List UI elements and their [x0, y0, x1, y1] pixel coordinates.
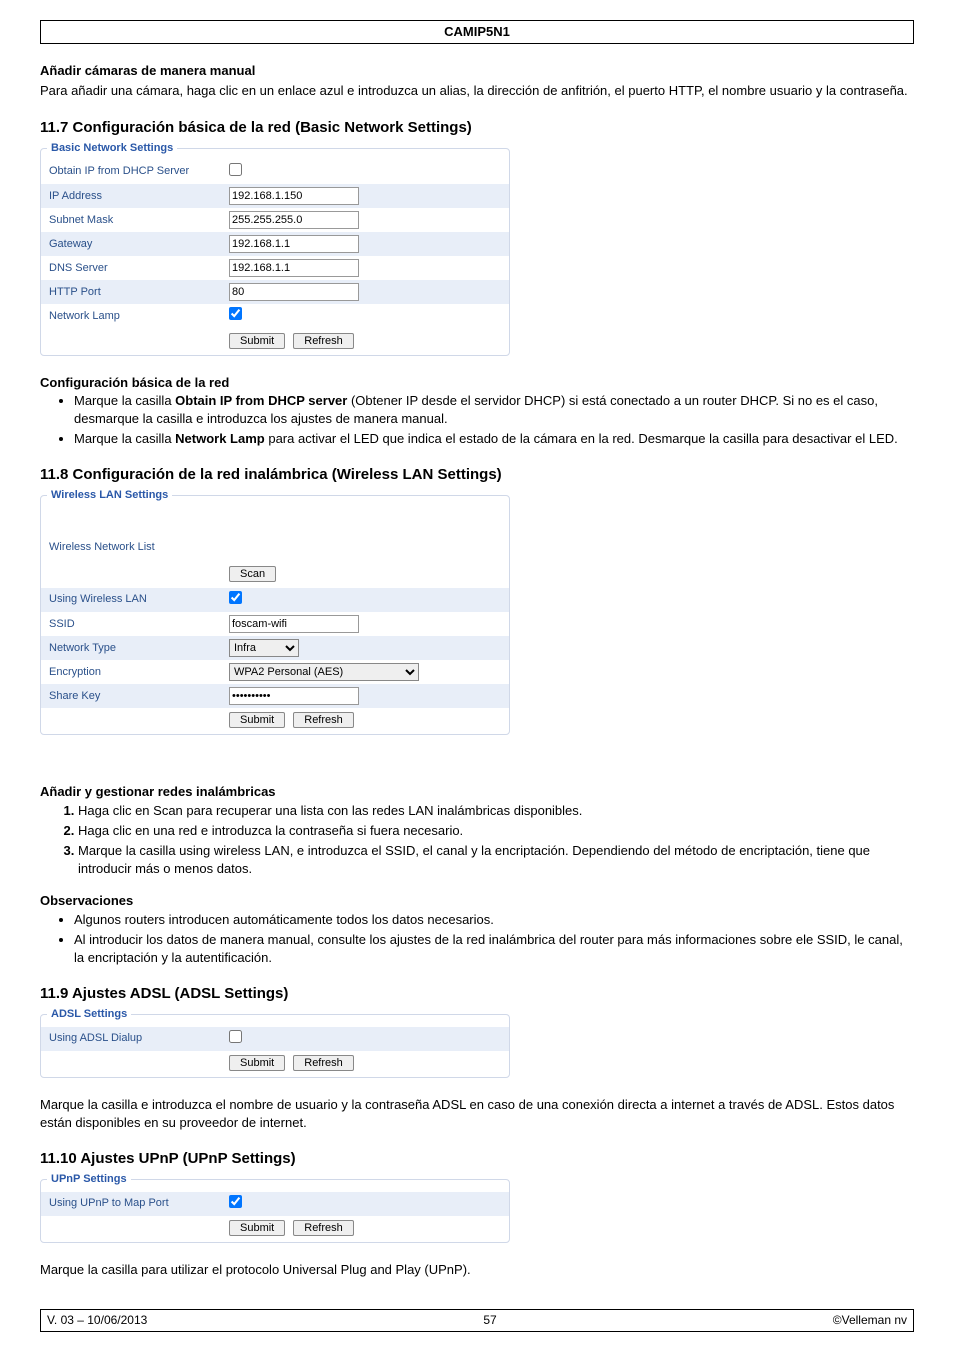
basic-network-buttons: Submit Refresh [41, 329, 509, 355]
doc-header: CAMIP5N1 [40, 20, 914, 44]
upnp-row: Using UPnP to Map Port [41, 1192, 509, 1216]
submit-button[interactable]: Submit [229, 333, 285, 349]
doc-title: CAMIP5N1 [444, 24, 510, 39]
list-item: Marque la casilla Obtain IP from DHCP se… [74, 392, 914, 428]
scan-button[interactable]: Scan [229, 566, 276, 582]
key-input[interactable] [229, 687, 359, 705]
wireless-buttons: Submit Refresh [41, 708, 509, 734]
gw-input[interactable] [229, 235, 359, 253]
lamp-row: Network Lamp [41, 304, 509, 328]
nettype-row: Network Type Infra [41, 636, 509, 660]
lamp-checkbox[interactable] [229, 307, 242, 320]
observations-list: Algunos routers introducen automáticamen… [74, 911, 914, 968]
dns-row: DNS Server [41, 256, 509, 280]
list-item: Al introducir los datos de manera manual… [74, 931, 914, 967]
dns-input[interactable] [229, 259, 359, 277]
upnp-label: Using UPnP to Map Port [49, 1196, 229, 1211]
basic-network-panel: Basic Network Settings Obtain IP from DH… [40, 148, 510, 356]
submit-button[interactable]: Submit [229, 1220, 285, 1236]
dhcp-checkbox[interactable] [229, 163, 242, 176]
submit-button[interactable]: Submit [229, 712, 285, 728]
page-footer: V. 03 – 10/06/2013 57 ©Velleman nv [40, 1309, 914, 1332]
wireless-legend: Wireless LAN Settings [47, 488, 172, 503]
nettype-label: Network Type [49, 641, 229, 656]
dhcp-label: Obtain IP from DHCP Server [49, 164, 229, 179]
submit-button[interactable]: Submit [229, 1055, 285, 1071]
ssid-row: SSID [41, 612, 509, 636]
list-item: Haga clic en una red e introduzca la con… [78, 822, 914, 840]
list-item: Haga clic en Scan para recuperar una lis… [78, 802, 914, 820]
upnp-panel: UPnP Settings Using UPnP to Map Port Sub… [40, 1179, 510, 1243]
ssid-label: SSID [49, 617, 229, 632]
upnp-body: Marque la casilla para utilizar el proto… [40, 1261, 914, 1279]
upnp-buttons: Submit Refresh [41, 1216, 509, 1242]
footer-left: V. 03 – 10/06/2013 [47, 1312, 147, 1329]
nettype-select[interactable]: Infra [229, 639, 299, 657]
ssid-input[interactable] [229, 615, 359, 633]
wireless-list-label: Wireless Network List [49, 540, 229, 555]
adsl-legend: ADSL Settings [47, 1007, 131, 1022]
manual-add-body: Para añadir una cámara, haga clic en un … [40, 82, 914, 100]
ip-input[interactable] [229, 187, 359, 205]
basic-conf-list: Marque la casilla Obtain IP from DHCP se… [74, 392, 914, 449]
adsl-checkbox[interactable] [229, 1030, 242, 1043]
gw-label: Gateway [49, 237, 229, 252]
enc-select[interactable]: WPA2 Personal (AES) [229, 663, 419, 681]
manual-add-title: Añadir cámaras de manera manual [40, 62, 914, 80]
refresh-button[interactable]: Refresh [293, 1220, 354, 1236]
adsl-panel: ADSL Settings Using ADSL Dialup Submit R… [40, 1014, 510, 1078]
upnp-legend: UPnP Settings [47, 1172, 131, 1187]
observations-title: Observaciones [40, 892, 914, 910]
ip-row: IP Address [41, 184, 509, 208]
uselan-row: Using Wireless LAN [41, 588, 509, 612]
wireless-list-row: Wireless Network List Scan [41, 508, 509, 588]
dhcp-row: Obtain IP from DHCP Server [41, 160, 509, 184]
section-11-9-heading: 11.9 Ajustes ADSL (ADSL Settings) [40, 983, 914, 1004]
lamp-label: Network Lamp [49, 309, 229, 324]
adsl-row: Using ADSL Dialup [41, 1027, 509, 1051]
refresh-button[interactable]: Refresh [293, 1055, 354, 1071]
mask-input[interactable] [229, 211, 359, 229]
key-label: Share Key [49, 689, 229, 704]
refresh-button[interactable]: Refresh [293, 333, 354, 349]
key-row: Share Key [41, 684, 509, 708]
footer-right: ©Velleman nv [833, 1312, 907, 1329]
http-label: HTTP Port [49, 285, 229, 300]
dns-label: DNS Server [49, 261, 229, 276]
footer-center: 57 [483, 1312, 496, 1329]
list-item: Marque la casilla Network Lamp para acti… [74, 430, 914, 448]
mask-label: Subnet Mask [49, 213, 229, 228]
adsl-body: Marque la casilla e introduzca el nombre… [40, 1096, 914, 1132]
wireless-panel: Wireless LAN Settings Wireless Network L… [40, 495, 510, 735]
enc-label: Encryption [49, 665, 229, 680]
section-11-8-heading: 11.8 Configuración de la red inalámbrica… [40, 464, 914, 485]
adsl-buttons: Submit Refresh [41, 1051, 509, 1077]
uselan-checkbox[interactable] [229, 591, 242, 604]
upnp-checkbox[interactable] [229, 1195, 242, 1208]
gw-row: Gateway [41, 232, 509, 256]
http-row: HTTP Port [41, 280, 509, 304]
list-item: Algunos routers introducen automáticamen… [74, 911, 914, 929]
section-11-10-heading: 11.10 Ajustes UPnP (UPnP Settings) [40, 1148, 914, 1169]
basic-network-legend: Basic Network Settings [47, 141, 177, 156]
uselan-label: Using Wireless LAN [49, 592, 229, 607]
ip-label: IP Address [49, 189, 229, 204]
section-11-7-heading: 11.7 Configuración básica de la red (Bas… [40, 117, 914, 138]
basic-conf-title: Configuración básica de la red [40, 374, 914, 392]
wireless-add-title: Añadir y gestionar redes inalámbricas [40, 783, 914, 801]
adsl-label: Using ADSL Dialup [49, 1031, 229, 1046]
http-input[interactable] [229, 283, 359, 301]
mask-row: Subnet Mask [41, 208, 509, 232]
refresh-button[interactable]: Refresh [293, 712, 354, 728]
wireless-steps: Haga clic en Scan para recuperar una lis… [78, 802, 914, 879]
list-item: Marque la casilla using wireless LAN, e … [78, 842, 914, 878]
enc-row: Encryption WPA2 Personal (AES) [41, 660, 509, 684]
